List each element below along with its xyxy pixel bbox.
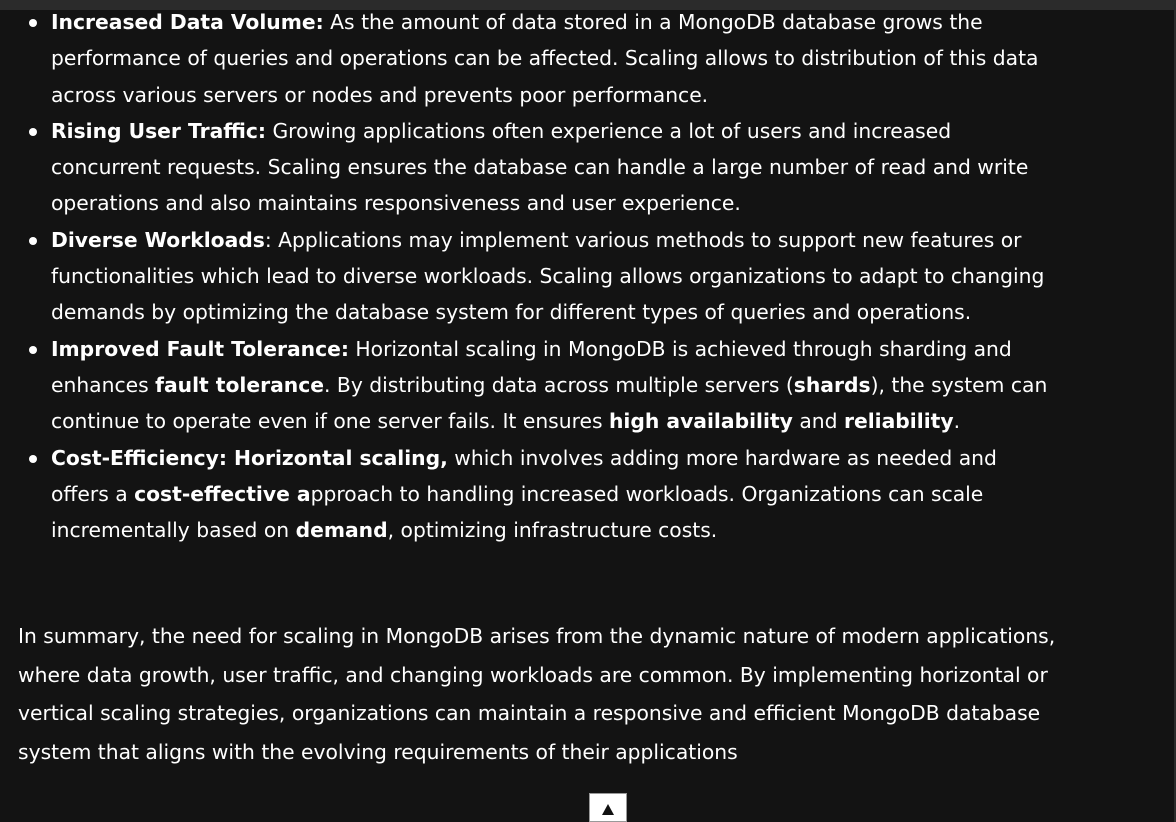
summary-paragraph: In summary, the need for scaling in Mong… (18, 624, 1056, 765)
emphasis-text: reliability (843, 409, 954, 434)
list-item-text: . (953, 409, 961, 434)
list-item-heading: Diverse Workloads (51, 227, 265, 252)
bullet-icon (29, 127, 37, 136)
bullet-icon (29, 236, 37, 245)
list-item: Increased Data Volume: As the amount of … (29, 4, 1061, 113)
list-item-heading: Improved Fault Tolerance: (51, 336, 349, 361)
emphasis-text: shards (793, 372, 871, 397)
list-item: Cost-Efficiency: Horizontal scaling, whi… (29, 440, 1061, 549)
emphasis-text: demand (295, 518, 388, 543)
bullet-icon (29, 454, 37, 463)
scroll-to-top-button[interactable] (589, 793, 627, 822)
emphasis-text: high availability (608, 409, 793, 434)
emphasis-text: cost-effective a (134, 481, 311, 506)
arrow-up-icon (602, 804, 614, 815)
scaling-reasons-list: Increased Data Volume: As the amount of … (0, 4, 1061, 548)
article-content: Increased Data Volume: As the amount of … (0, 4, 1176, 548)
bullet-icon (29, 19, 37, 27)
list-item: Improved Fault Tolerance: Horizontal sca… (29, 331, 1061, 440)
bullet-icon (29, 345, 37, 354)
list-item-heading: Rising User Traffic: (51, 118, 267, 143)
list-item: Rising User Traffic: Growing application… (29, 113, 1061, 222)
emphasis-text: fault tolerance (155, 372, 325, 397)
list-item-text: and (792, 409, 844, 434)
list-item-text: . By distributing data across multiple s… (324, 372, 794, 397)
list-item-heading: Cost-Efficiency: Horizontal scaling, (51, 445, 448, 470)
list-item-heading: Increased Data Volume: (51, 10, 324, 34)
list-item-text: , optimizing infrastructure costs. (387, 518, 718, 543)
list-item: Diverse Workloads: Applications may impl… (29, 222, 1061, 331)
